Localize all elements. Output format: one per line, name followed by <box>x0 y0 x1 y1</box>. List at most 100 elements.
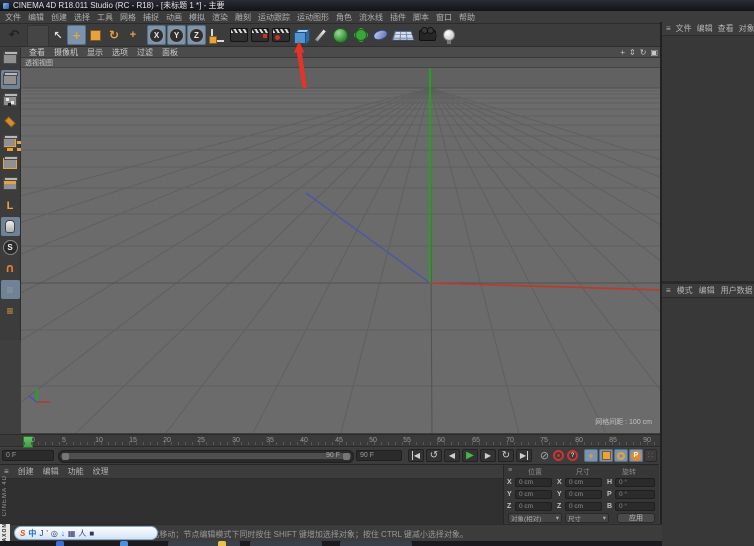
menu-file[interactable]: 文件 <box>5 12 21 23</box>
object-manager-list[interactable] <box>662 36 754 281</box>
texture-axis-mode-button[interactable] <box>1 112 20 131</box>
mat-menu-texture[interactable]: 纹理 <box>93 466 109 477</box>
rot-p-field[interactable]: 0 ° <box>615 490 655 499</box>
ime-punct-icon[interactable]: ' <box>46 529 48 538</box>
menu-motion-tracker[interactable]: 运动跟踪 <box>258 12 290 23</box>
render-settings-button[interactable] <box>271 25 290 45</box>
apply-button[interactable]: 应用 <box>617 513 655 523</box>
previous-frame-button[interactable]: ◀ <box>444 449 460 462</box>
title-bar[interactable]: CINEMA 4D R18.011 Studio (RC - R18) - [未… <box>0 0 754 11</box>
rot-b-field[interactable]: 0 ° <box>615 502 655 511</box>
taskbar-window-button[interactable] <box>168 541 240 546</box>
taskbar-window-button[interactable] <box>250 541 322 546</box>
ime-logo-icon[interactable]: S <box>20 529 25 538</box>
range-bar[interactable] <box>61 453 351 459</box>
ime-keyboard-icon[interactable]: ▦ <box>68 529 76 538</box>
add-cube-button[interactable] <box>290 25 310 45</box>
range-end-handle[interactable] <box>343 453 350 460</box>
menu-script[interactable]: 脚本 <box>413 12 429 23</box>
mat-menu-function[interactable]: 功能 <box>68 466 84 477</box>
move-tool-button[interactable]: + <box>67 25 86 45</box>
ime-account-icon[interactable]: 人 <box>78 528 86 539</box>
lock-y-axis-button[interactable]: Y <box>167 25 186 45</box>
viewport-canvas[interactable]: 网格间距 : 100 cm <box>21 68 662 433</box>
model-mode-button[interactable] <box>1 70 20 89</box>
lock-z-axis-button[interactable]: Z <box>187 25 206 45</box>
taskbar-window-button[interactable] <box>340 541 412 546</box>
key-position-button[interactable]: + <box>584 449 598 462</box>
record-disabled-button[interactable]: ⊘ <box>539 450 550 461</box>
menu-edit[interactable]: 编辑 <box>28 12 44 23</box>
polygons-mode-button[interactable] <box>1 175 20 194</box>
pos-y-field[interactable]: 0 cm <box>515 490 552 499</box>
size-z-field[interactable]: 0 cm <box>565 502 602 511</box>
size-y-field[interactable]: 0 cm <box>565 490 602 499</box>
current-frame-field[interactable]: 0 F <box>2 450 54 461</box>
quantize-button[interactable]: ∪ <box>1 259 20 278</box>
size-x-field[interactable]: 0 cm <box>565 478 602 487</box>
coordinate-system-button[interactable] <box>207 25 227 45</box>
om-menu-view[interactable]: 查看 <box>718 23 734 34</box>
coordinate-system-dropdown[interactable]: 对象(相对) ▾ <box>508 513 562 523</box>
size-mode-dropdown[interactable]: 尺寸 ▾ <box>565 513 609 523</box>
taskbar-icon[interactable] <box>56 541 64 546</box>
key-pla-button[interactable]: ∷ <box>644 449 657 462</box>
play-button[interactable]: ▶ <box>462 449 478 462</box>
range-start-handle[interactable] <box>62 453 69 460</box>
rot-h-field[interactable]: 0 ° <box>615 478 655 487</box>
vp-menu-filter[interactable]: 过滤 <box>137 47 153 58</box>
vp-menu-options[interactable]: 选项 <box>112 47 128 58</box>
am-menu-userdata[interactable]: 用户数据 <box>721 285 753 296</box>
vp-menu-display[interactable]: 显示 <box>87 47 103 58</box>
ime-download-icon[interactable]: ↓ <box>61 529 65 538</box>
rotate-view-icon[interactable]: ↻ <box>640 48 647 57</box>
toggle-view-icon[interactable]: ▣ <box>650 48 658 57</box>
last-tool-button[interactable]: + <box>124 25 142 45</box>
mat-menu-edit[interactable]: 编辑 <box>43 466 59 477</box>
play-backwards-button[interactable]: ↺ <box>426 449 442 462</box>
camera-button[interactable] <box>416 25 438 45</box>
keyframe-selection-button[interactable]: ? <box>567 450 578 461</box>
ime-emoji-icon[interactable]: ◎ <box>51 529 58 538</box>
ime-skin-icon[interactable]: ■ <box>89 529 94 538</box>
burger-icon[interactable]: ≡ <box>508 467 512 474</box>
render-picture-viewer-button[interactable] <box>250 25 270 45</box>
menu-render[interactable]: 渲染 <box>212 12 228 23</box>
planar-workplane-button[interactable]: ≡ <box>1 301 20 320</box>
enable-snap-button[interactable]: S <box>1 238 20 257</box>
goto-end-button[interactable]: ▶ <box>516 449 532 462</box>
om-menu-file[interactable]: 文件 <box>676 23 692 34</box>
menu-mograph[interactable]: 运动图形 <box>297 12 329 23</box>
key-rotation-button[interactable] <box>614 449 628 462</box>
mat-menu-create[interactable]: 创建 <box>18 466 34 477</box>
pos-z-field[interactable]: 0 cm <box>515 502 552 511</box>
timeline-ruler[interactable]: 0 5 10 15 20 25 30 35 40 45 50 55 60 65 … <box>0 434 662 447</box>
menu-create[interactable]: 创建 <box>51 12 67 23</box>
menu-plugins[interactable]: 插件 <box>390 12 406 23</box>
edges-mode-button[interactable] <box>1 154 20 173</box>
key-parameter-button[interactable]: P <box>629 449 643 462</box>
light-button[interactable] <box>440 25 458 45</box>
menu-pipeline[interactable]: 流水线 <box>359 12 383 23</box>
floor-environment-button[interactable] <box>391 25 415 45</box>
pan-view-icon[interactable]: + <box>620 48 625 57</box>
menu-tools[interactable]: 工具 <box>97 12 113 23</box>
key-scale-button[interactable] <box>599 449 613 462</box>
generator-button[interactable] <box>351 25 370 45</box>
cycle-button[interactable]: ↻ <box>498 449 514 462</box>
subdivision-surface-button[interactable] <box>330 25 350 45</box>
menu-animate[interactable]: 动画 <box>166 12 182 23</box>
burger-icon[interactable]: ≡ <box>666 24 671 33</box>
redo-button[interactable] <box>27 25 49 47</box>
vp-menu-panel[interactable]: 面板 <box>162 47 178 58</box>
menu-window[interactable]: 窗口 <box>436 12 452 23</box>
menu-mesh[interactable]: 网格 <box>120 12 136 23</box>
lock-x-axis-button[interactable]: X <box>147 25 166 45</box>
menu-snap[interactable]: 捕捉 <box>143 12 159 23</box>
points-mode-button[interactable] <box>1 133 20 152</box>
am-menu-edit[interactable]: 编辑 <box>699 285 715 296</box>
menu-select[interactable]: 选择 <box>74 12 90 23</box>
lock-workplane-button[interactable]: ≡ <box>1 280 20 299</box>
vp-menu-view[interactable]: 查看 <box>29 47 45 58</box>
viewport-interaction-button[interactable] <box>1 217 20 236</box>
